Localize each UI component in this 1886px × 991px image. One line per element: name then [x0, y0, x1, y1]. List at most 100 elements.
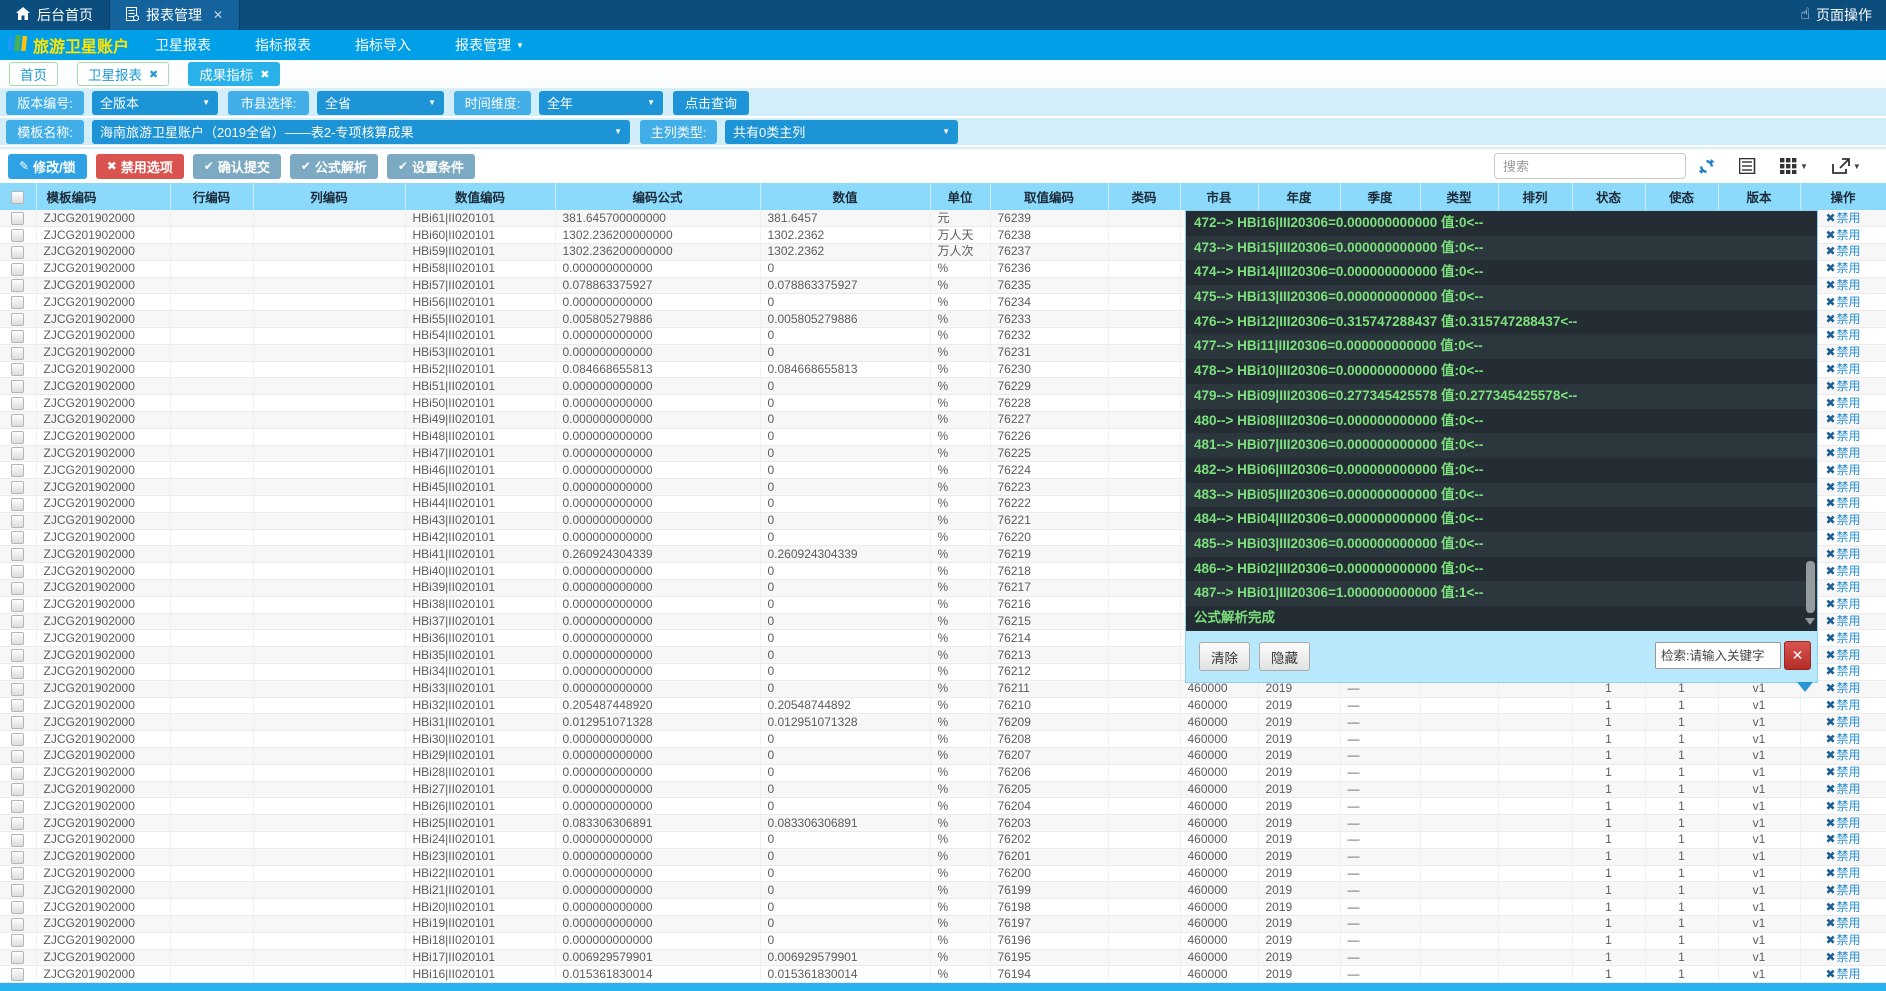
- row-checkbox[interactable]: [11, 767, 24, 780]
- template-select[interactable]: 海南旅游卫星账户（2019全省）——表2-专项核算成果▼: [92, 120, 630, 144]
- columns-grid-icon[interactable]: ▼: [1780, 158, 1808, 174]
- console-clear-button[interactable]: 清除: [1199, 642, 1250, 671]
- row-checkbox[interactable]: [11, 750, 24, 763]
- row-checkbox[interactable]: [11, 263, 24, 276]
- disable-options-button[interactable]: ✖禁用选项: [96, 154, 184, 179]
- row-checkbox[interactable]: [11, 968, 24, 981]
- row-checkbox[interactable]: [11, 246, 24, 259]
- row-checkbox[interactable]: [11, 599, 24, 612]
- set-condition-button[interactable]: ✔设置条件: [387, 154, 475, 179]
- disable-row-link[interactable]: ✖禁用: [1825, 715, 1860, 729]
- disable-row-link[interactable]: ✖禁用: [1825, 211, 1860, 225]
- disable-row-link[interactable]: ✖禁用: [1825, 278, 1860, 292]
- city-select[interactable]: 全省▼: [317, 91, 444, 115]
- disable-row-link[interactable]: ✖禁用: [1825, 480, 1860, 494]
- row-checkbox[interactable]: [11, 397, 24, 410]
- disable-row-link[interactable]: ✖禁用: [1825, 967, 1860, 981]
- row-checkbox[interactable]: [11, 615, 24, 628]
- refresh-icon[interactable]: [1698, 158, 1715, 175]
- tab-satellite-report[interactable]: 卫星报表 ✖: [77, 62, 169, 86]
- disable-row-link[interactable]: ✖禁用: [1825, 698, 1860, 712]
- list-view-icon[interactable]: [1739, 158, 1756, 174]
- row-checkbox[interactable]: [11, 951, 24, 964]
- disable-row-link[interactable]: ✖禁用: [1825, 597, 1860, 611]
- row-checkbox[interactable]: [11, 851, 24, 864]
- row-checkbox[interactable]: [11, 279, 24, 292]
- close-icon[interactable]: ✖: [260, 68, 269, 81]
- disable-row-link[interactable]: ✖禁用: [1825, 295, 1860, 309]
- row-checkbox[interactable]: [11, 683, 24, 696]
- row-checkbox[interactable]: [11, 481, 24, 494]
- close-icon[interactable]: ✖: [149, 68, 158, 81]
- select-all-checkbox[interactable]: [11, 191, 24, 204]
- disable-row-link[interactable]: ✖禁用: [1825, 799, 1860, 813]
- close-tab-icon[interactable]: ✕: [213, 8, 223, 22]
- row-checkbox[interactable]: [11, 884, 24, 897]
- disable-row-link[interactable]: ✖禁用: [1825, 463, 1860, 477]
- disable-row-link[interactable]: ✖禁用: [1825, 564, 1860, 578]
- row-checkbox[interactable]: [11, 867, 24, 880]
- tab-result-indicators[interactable]: 成果指标 ✖: [188, 62, 280, 86]
- disable-row-link[interactable]: ✖禁用: [1825, 328, 1860, 342]
- row-checkbox[interactable]: [11, 733, 24, 746]
- time-select[interactable]: 全年▼: [539, 91, 663, 115]
- row-checkbox[interactable]: [11, 229, 24, 242]
- disable-row-link[interactable]: ✖禁用: [1825, 412, 1860, 426]
- disable-row-link[interactable]: ✖禁用: [1825, 429, 1860, 443]
- disable-row-link[interactable]: ✖禁用: [1825, 933, 1860, 947]
- disable-row-link[interactable]: ✖禁用: [1825, 883, 1860, 897]
- confirm-submit-button[interactable]: ✔确认提交: [193, 154, 281, 179]
- row-checkbox[interactable]: [11, 212, 24, 225]
- disable-row-link[interactable]: ✖禁用: [1825, 950, 1860, 964]
- topbar-home-tab[interactable]: 后台首页: [0, 0, 109, 30]
- console-hide-button[interactable]: 隐藏: [1259, 642, 1310, 671]
- disable-row-link[interactable]: ✖禁用: [1825, 513, 1860, 527]
- disable-row-link[interactable]: ✖禁用: [1825, 362, 1860, 376]
- disable-row-link[interactable]: ✖禁用: [1825, 312, 1860, 326]
- row-checkbox[interactable]: [11, 934, 24, 947]
- tab-home[interactable]: 首页: [9, 62, 58, 86]
- row-checkbox[interactable]: [11, 666, 24, 679]
- disable-row-link[interactable]: ✖禁用: [1825, 849, 1860, 863]
- disable-row-link[interactable]: ✖禁用: [1825, 228, 1860, 242]
- row-checkbox[interactable]: [11, 649, 24, 662]
- disable-row-link[interactable]: ✖禁用: [1825, 379, 1860, 393]
- console-scrollbar-thumb[interactable]: [1806, 561, 1815, 613]
- console-search-input[interactable]: [1655, 642, 1781, 669]
- row-checkbox[interactable]: [11, 800, 24, 813]
- disable-row-link[interactable]: ✖禁用: [1825, 261, 1860, 275]
- disable-row-link[interactable]: ✖禁用: [1825, 816, 1860, 830]
- disable-row-link[interactable]: ✖禁用: [1825, 244, 1860, 258]
- row-checkbox[interactable]: [11, 330, 24, 343]
- row-checkbox[interactable]: [11, 901, 24, 914]
- disable-row-link[interactable]: ✖禁用: [1825, 614, 1860, 628]
- disable-row-link[interactable]: ✖禁用: [1825, 446, 1860, 460]
- disable-row-link[interactable]: ✖禁用: [1825, 547, 1860, 561]
- row-checkbox[interactable]: [11, 565, 24, 578]
- row-checkbox[interactable]: [11, 515, 24, 528]
- scroll-down-arrow-icon[interactable]: [1805, 618, 1815, 625]
- disable-row-link[interactable]: ✖禁用: [1825, 681, 1860, 695]
- console-close-button[interactable]: ✕: [1784, 641, 1811, 670]
- nav-item-report-management[interactable]: 报表管理▼: [455, 35, 524, 55]
- row-checkbox[interactable]: [11, 296, 24, 309]
- row-checkbox[interactable]: [11, 783, 24, 796]
- row-checkbox[interactable]: [11, 380, 24, 393]
- disable-row-link[interactable]: ✖禁用: [1825, 530, 1860, 544]
- page-operations[interactable]: ☝ 页面操作: [1786, 0, 1886, 30]
- disable-row-link[interactable]: ✖禁用: [1825, 664, 1860, 678]
- search-input[interactable]: [1494, 153, 1686, 179]
- row-checkbox[interactable]: [11, 414, 24, 427]
- row-checkbox[interactable]: [11, 498, 24, 511]
- query-button[interactable]: 点击查询: [673, 91, 749, 115]
- disable-row-link[interactable]: ✖禁用: [1825, 580, 1860, 594]
- disable-row-link[interactable]: ✖禁用: [1825, 496, 1860, 510]
- row-checkbox[interactable]: [11, 464, 24, 477]
- disable-row-link[interactable]: ✖禁用: [1825, 648, 1860, 662]
- export-icon[interactable]: ▼: [1832, 158, 1861, 174]
- row-checkbox[interactable]: [11, 531, 24, 544]
- row-checkbox[interactable]: [11, 632, 24, 645]
- row-checkbox[interactable]: [11, 582, 24, 595]
- row-checkbox[interactable]: [11, 363, 24, 376]
- disable-row-link[interactable]: ✖禁用: [1825, 631, 1860, 645]
